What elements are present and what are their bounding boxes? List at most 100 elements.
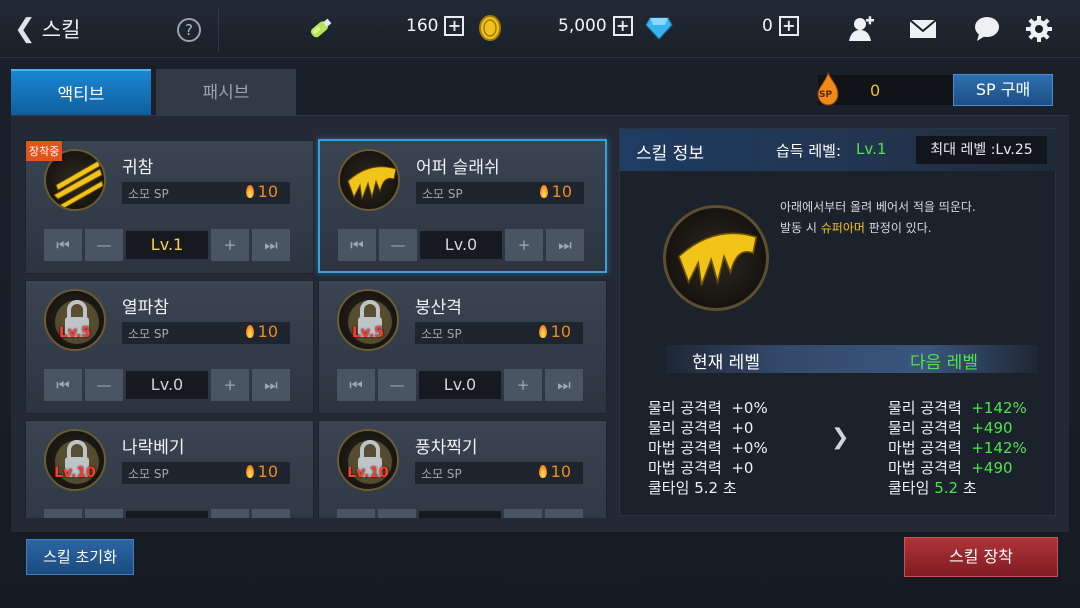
sp-cost-label: 소모 SP (128, 467, 169, 481)
sp-cost-row: 소모 SP 10 (416, 182, 584, 204)
level-min-button[interactable] (337, 509, 375, 518)
chevron-left-icon: ❮ (14, 14, 36, 44)
tab-passive[interactable]: 패시브 (156, 69, 296, 115)
flame-icon (539, 185, 548, 198)
chat-icon[interactable] (972, 14, 1002, 44)
sp-cost-label: 소모 SP (422, 187, 463, 201)
level-up-button[interactable]: + (211, 369, 249, 401)
sp-cost: 10 (245, 182, 278, 201)
unlock-level: Lv.5 (59, 325, 91, 341)
level-min-button[interactable]: ⏮ (338, 229, 376, 261)
divider (218, 6, 219, 52)
level-up-button[interactable]: + (211, 229, 249, 261)
unlock-level: Lv.5 (352, 325, 384, 341)
selected-skill-icon (663, 205, 769, 311)
sp-icon-label: SP (819, 90, 833, 100)
level-up-button[interactable]: + (505, 229, 543, 261)
skill-name: 귀참 (122, 158, 154, 178)
max-level: 최대 레벨 :Lv.25 (916, 136, 1047, 164)
gold-counter: 5,000 + (558, 16, 633, 36)
level-min-button[interactable] (44, 509, 82, 518)
skill-screen: { "header": {"title": "스킬", "help": "?"}… (0, 0, 1080, 608)
next-level-stats: 물리 공격력 +142% 물리 공격력 +490 마법 공격력 +142% 마법… (888, 398, 1027, 498)
friends-icon[interactable] (846, 14, 876, 44)
top-bar: ❮ 스킬 ? 160 + 5,000 + 0 + (0, 0, 1080, 58)
level-max-button[interactable] (545, 509, 583, 518)
chevron-right-icon: ❯ (831, 425, 850, 450)
level-min-button[interactable]: ⏮ (337, 369, 375, 401)
level-max-button[interactable] (252, 509, 290, 518)
sp-cost: 10 (245, 462, 278, 481)
unlock-level: Lv.10 (347, 465, 389, 481)
skill-card-pungchajjikgi[interactable]: Lv.10 풍차찍기 소모 SP 10 (318, 420, 607, 518)
sp-cost: 10 (538, 322, 571, 341)
sp-cost: 10 (538, 462, 571, 481)
locked-skill-icon: Lv.10 (337, 429, 399, 491)
skill-card-narakbegi[interactable]: Lv.10 나락베기 소모 SP 10 (25, 420, 314, 518)
skill-card-gwicham[interactable]: 장착중 귀참 소모 SP 10 ⏮ — Lv.1 + ⏭ (25, 140, 314, 274)
level-max-button[interactable]: ⏭ (252, 369, 290, 401)
level-down-button[interactable]: — (85, 369, 123, 401)
level-up-button[interactable]: + (504, 369, 542, 401)
level-max-button[interactable]: ⏭ (546, 229, 584, 261)
add-gem-button[interactable]: + (778, 16, 799, 36)
skill-card-bungsangyeok[interactable]: Lv.5 붕산격 소모 SP 10 ⏮ — Lv.0 + ⏭ (318, 280, 607, 414)
mail-icon[interactable] (908, 14, 938, 44)
reset-skills-button[interactable]: 스킬 초기화 (26, 539, 134, 575)
skill-info-title: 스킬 정보 (636, 144, 704, 164)
stat-row: 물리 공격력 +490 (888, 419, 1013, 437)
sp-value: 0 (870, 81, 881, 100)
level-down-button[interactable] (85, 509, 123, 518)
level-up-button[interactable] (504, 509, 542, 518)
skill-name: 풍차찍기 (415, 438, 478, 458)
sp-cost-label: 소모 SP (128, 187, 169, 201)
sp-cost-row: 소모 SP 10 (122, 182, 290, 204)
acquire-level-label: 습득 레벨: (776, 142, 842, 160)
tab-active[interactable]: 액티브 (11, 69, 151, 115)
level-down-button[interactable] (378, 509, 416, 518)
locked-skill-icon: Lv.10 (44, 429, 106, 491)
level-max-button[interactable]: ⏭ (545, 369, 583, 401)
level-min-button[interactable]: ⏮ (44, 229, 82, 261)
stat-row: 마법 공격력 +0% (648, 439, 768, 457)
level-max-button[interactable]: ⏭ (252, 229, 290, 261)
sp-buy-button[interactable]: SP 구매 (953, 74, 1053, 106)
sp-cost-row: 소모 SP 10 (122, 322, 290, 344)
add-energy-button[interactable]: + (444, 16, 465, 36)
gear-icon[interactable] (1024, 14, 1054, 44)
level-value: Lv.1 (126, 231, 208, 259)
equip-skill-button[interactable]: 스킬 장착 (904, 537, 1058, 577)
sp-flame-icon (817, 72, 839, 106)
skill-panel: 장착중 귀참 소모 SP 10 ⏮ — Lv.1 + ⏭ 어퍼 슬래쉬 소모 S… (11, 115, 1069, 532)
page-title: 스킬 (41, 18, 81, 42)
level-value (126, 511, 208, 518)
level-down-button[interactable]: — (378, 369, 416, 401)
help-icon[interactable]: ? (177, 18, 201, 42)
claw-skill-icon (338, 149, 400, 211)
flame-icon (538, 325, 547, 338)
skill-card-upper-slash[interactable]: 어퍼 슬래쉬 소모 SP 10 ⏮ — Lv.0 + ⏭ (318, 139, 607, 273)
sp-cost-row: 소모 SP 10 (122, 462, 290, 484)
stat-row: 마법 공격력 +490 (888, 459, 1013, 477)
level-up-button[interactable] (211, 509, 249, 518)
flame-icon (245, 465, 254, 478)
level-controls: ⏮ — Lv.1 + ⏭ (44, 229, 290, 261)
flame-icon (245, 325, 254, 338)
stat-row: 물리 공격력 +0% (648, 399, 768, 417)
acquire-level-value: Lv.1 (856, 140, 887, 158)
back-button[interactable]: ❮ 스킬 (14, 14, 80, 44)
level-min-button[interactable]: ⏮ (44, 369, 82, 401)
locked-skill-icon: Lv.5 (337, 289, 399, 351)
skill-card-yeolpacham[interactable]: Lv.5 열파참 소모 SP 10 ⏮ — Lv.0 + ⏭ (25, 280, 314, 414)
current-level-stats: 물리 공격력 +0% 물리 공격력 +0 마법 공격력 +0% 마법 공격력 +… (648, 398, 768, 498)
sp-cost-row: 소모 SP 10 (415, 322, 583, 344)
cooldown-row: 쿨타임 5.2 초 (648, 479, 737, 497)
sp-cost-label: 소모 SP (421, 327, 462, 341)
level-down-button[interactable]: — (85, 229, 123, 261)
level-down-button[interactable]: — (379, 229, 417, 261)
level-value: Lv.0 (420, 231, 502, 259)
skill-info-panel: 스킬 정보 습득 레벨: Lv.1 최대 레벨 :Lv.25 아래에서부터 올려… (619, 128, 1057, 516)
sp-cost: 10 (245, 322, 278, 341)
gem-counter: 0 + (762, 16, 799, 36)
add-gold-button[interactable]: + (612, 16, 633, 36)
